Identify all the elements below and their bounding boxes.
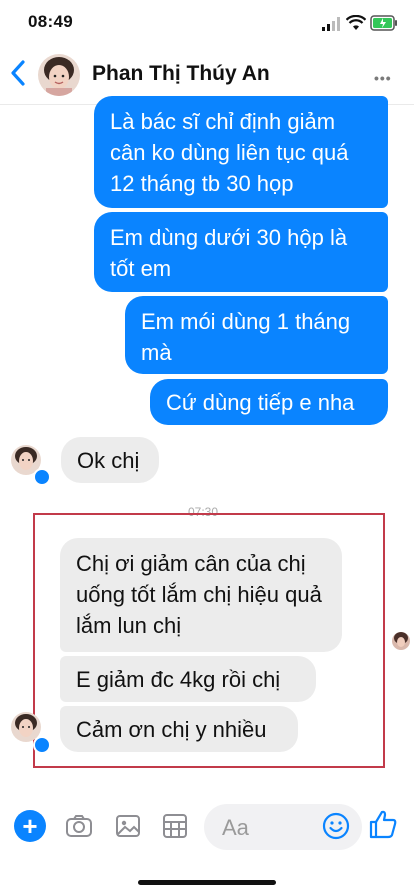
like-icon[interactable] [368,808,398,840]
message-composer: + Aa [0,796,414,856]
seen-receipt-avatar [392,632,410,650]
messenger-badge-icon [33,468,51,486]
emoji-icon[interactable] [322,812,350,840]
message-input[interactable]: Aa [204,804,362,850]
plus-icon[interactable]: + [14,810,46,842]
message-bubble-outgoing[interactable]: Cứ dùng tiếp e nha [150,379,388,425]
sticker-icon[interactable] [160,811,190,841]
message-bubble-outgoing[interactable]: Em dùng dưới 30 hộp là tốt em [94,212,388,292]
back-chevron-icon[interactable] [8,58,28,88]
message-bubble-incoming[interactable]: Cảm ơn chị y nhiều [60,706,298,752]
contact-name[interactable]: Phan Thị Thúy An [92,62,270,86]
battery-icon [370,15,397,31]
camera-icon[interactable] [64,811,94,841]
messenger-badge-icon [33,736,51,754]
message-bubble-incoming[interactable]: E giảm đc 4kg rồi chị [60,656,316,702]
status-time: 08:49 [28,12,73,31]
signal-icon [322,17,340,31]
wifi-icon [346,15,366,30]
more-icon[interactable]: ••• [374,70,392,86]
message-bubble-outgoing[interactable]: Là bác sĩ chỉ định giảm cân ko dùng liên… [94,96,388,208]
status-bar: 08:49 [0,0,414,44]
contact-avatar[interactable] [38,54,80,96]
message-bubble-incoming[interactable]: Ok chị [61,437,159,483]
home-indicator [138,880,276,885]
message-bubble-incoming[interactable]: Chị ơi giảm cân của chị uống tốt lắm chị… [60,538,342,652]
message-bubble-outgoing[interactable]: Em mói dùng 1 tháng mà [125,296,388,374]
photo-icon[interactable] [113,811,143,841]
message-input-placeholder: Aa [222,815,249,840]
